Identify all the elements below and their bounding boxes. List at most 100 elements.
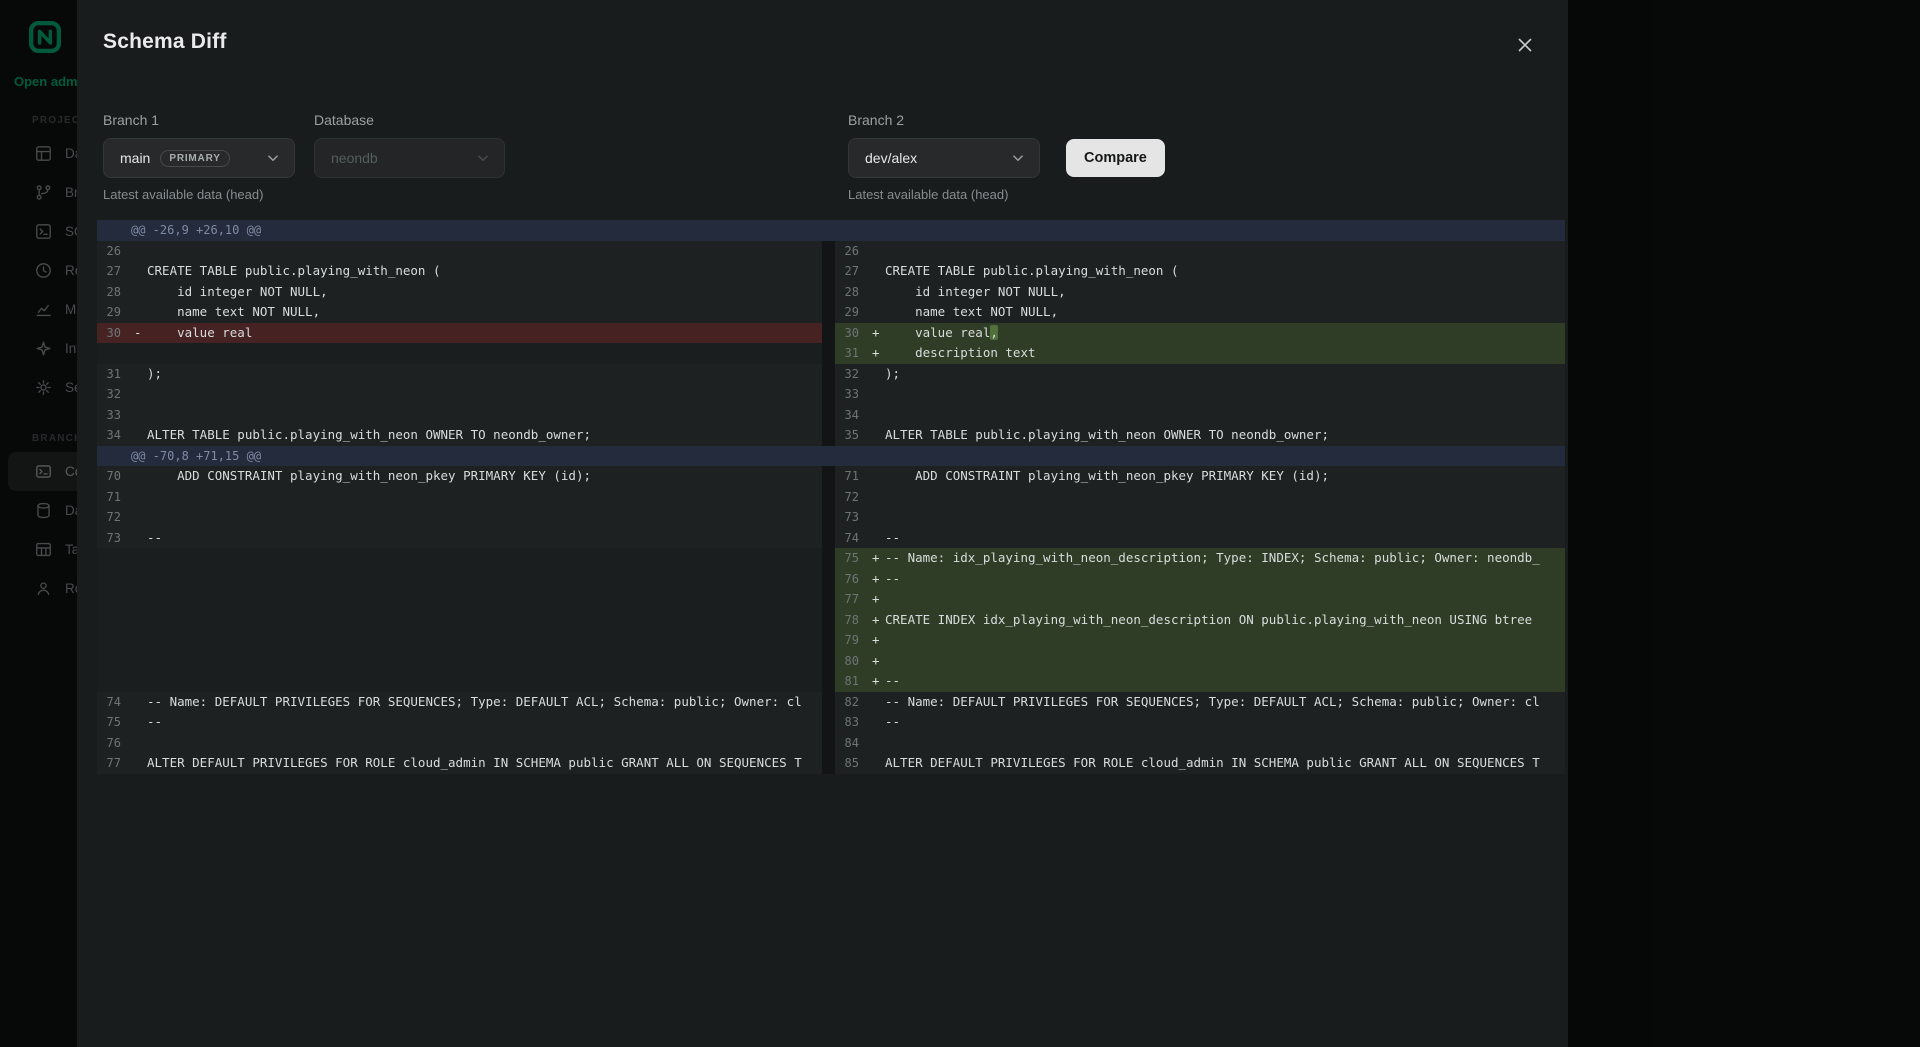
database-value: neondb [331, 150, 378, 166]
code-text [147, 733, 822, 754]
line-number: 34 [97, 425, 131, 446]
diff-table: @@ -26,9 +26,10 @@262627CREATE TABLE pub… [97, 220, 1565, 774]
code-text [147, 651, 822, 672]
diff-marker [131, 548, 147, 569]
diff-row: 33 34 [97, 405, 1565, 426]
diff-cell-left: 34ALTER TABLE public.playing_with_neon O… [97, 425, 822, 446]
branch1-label: Branch 1 [103, 112, 295, 128]
code-text [147, 671, 822, 692]
code-text: CREATE TABLE public.playing_with_neon ( [147, 261, 822, 282]
line-number: 27 [835, 261, 869, 282]
diff-marker [869, 733, 885, 754]
code-text [147, 548, 822, 569]
code-text: -- Name: idx_playing_with_neon_descripti… [885, 548, 1565, 569]
code-text: value real, [885, 323, 1565, 344]
line-number: 26 [97, 241, 131, 262]
diff-row: 70 ADD CONSTRAINT playing_with_neon_pkey… [97, 466, 1565, 487]
line-number [97, 589, 131, 610]
diff-row: 29 name text NOT NULL,29 name text NOT N… [97, 302, 1565, 323]
line-number: 31 [97, 364, 131, 385]
diff-marker [869, 364, 885, 385]
diff-cell-left [97, 610, 822, 631]
line-number: 73 [835, 507, 869, 528]
diff-cell-left: 72 [97, 507, 822, 528]
diff-row: 81+-- [97, 671, 1565, 692]
diff-cell-left: 71 [97, 487, 822, 508]
diff-cell-left [97, 569, 822, 590]
diff-cell-left: 30- value real [97, 323, 822, 344]
code-text [147, 241, 822, 262]
line-number [97, 671, 131, 692]
diff-marker [131, 302, 147, 323]
diff-marker: + [869, 569, 885, 590]
line-number: 32 [835, 364, 869, 385]
diff-cell-right: 75+-- Name: idx_playing_with_neon_descri… [835, 548, 1565, 569]
branch2-select[interactable]: dev/alex [848, 138, 1040, 178]
pane-divider [822, 733, 835, 754]
diff-cell-right: 27CREATE TABLE public.playing_with_neon … [835, 261, 1565, 282]
diff-cell-right: 35ALTER TABLE public.playing_with_neon O… [835, 425, 1565, 446]
line-number: 34 [835, 405, 869, 426]
compare-button[interactable]: Compare [1066, 139, 1165, 177]
line-number: 31 [835, 343, 869, 364]
diff-cell-right: 81+-- [835, 671, 1565, 692]
code-text: id integer NOT NULL, [885, 282, 1565, 303]
code-text [147, 610, 822, 631]
line-number: 80 [835, 651, 869, 672]
diff-marker [869, 487, 885, 508]
diff-row: 79+ [97, 630, 1565, 651]
line-number [97, 630, 131, 651]
code-text: -- [147, 712, 822, 733]
diff-controls: Branch 1 main PRIMARY Latest available d… [77, 112, 1568, 202]
diff-row: 75--83-- [97, 712, 1565, 733]
branch2-value: dev/alex [865, 150, 917, 166]
diff-cell-left: 73-- [97, 528, 822, 549]
chevron-down-icon [474, 149, 492, 167]
line-number: 84 [835, 733, 869, 754]
diff-row: 80+ [97, 651, 1565, 672]
pane-divider [822, 384, 835, 405]
diff-cell-right: 80+ [835, 651, 1565, 672]
line-number: 30 [97, 323, 131, 344]
pane-divider [822, 528, 835, 549]
diff-cell-left: 75 -- [97, 712, 822, 733]
branch1-select[interactable]: main PRIMARY [103, 138, 295, 178]
diff-cell-left: 33 [97, 405, 822, 426]
diff-cell-right: 33 [835, 384, 1565, 405]
database-select[interactable]: neondb [314, 138, 505, 178]
diff-row: 26 26 [97, 241, 1565, 262]
diff-marker [131, 261, 147, 282]
diff-marker: + [869, 651, 885, 672]
branch2-label: Branch 2 [848, 112, 1040, 128]
diff-cell-right: 76+-- [835, 569, 1565, 590]
diff-cell-right: 29 name text NOT NULL, [835, 302, 1565, 323]
line-number: 75 [97, 712, 131, 733]
database-label: Database [314, 112, 505, 128]
pane-divider [822, 282, 835, 303]
close-button[interactable] [1512, 32, 1538, 58]
schema-diff-modal: Schema Diff Branch 1 main PRIMARY Latest… [77, 0, 1568, 1047]
line-number: 33 [97, 405, 131, 426]
diff-cell-left [97, 651, 822, 672]
diff-marker [869, 241, 885, 262]
diff-marker: + [869, 610, 885, 631]
code-text: -- [885, 671, 1565, 692]
line-number: 76 [97, 733, 131, 754]
pane-divider [822, 651, 835, 672]
diff-cell-left: 26 [97, 241, 822, 262]
line-number: 75 [835, 548, 869, 569]
diff-marker: + [869, 548, 885, 569]
code-text: ALTER DEFAULT PRIVILEGES FOR ROLE cloud_… [147, 753, 822, 774]
pane-divider [822, 712, 835, 733]
line-number: 71 [835, 466, 869, 487]
code-text [885, 589, 1565, 610]
diff-marker: + [869, 671, 885, 692]
diff-marker [869, 384, 885, 405]
diff-cell-right: 26 [835, 241, 1565, 262]
diff-row: 77+ [97, 589, 1565, 610]
line-number: 33 [835, 384, 869, 405]
line-number: 70 [97, 466, 131, 487]
diff-row: 76+-- [97, 569, 1565, 590]
diff-row: 3233 [97, 384, 1565, 405]
diff-marker: + [869, 343, 885, 364]
